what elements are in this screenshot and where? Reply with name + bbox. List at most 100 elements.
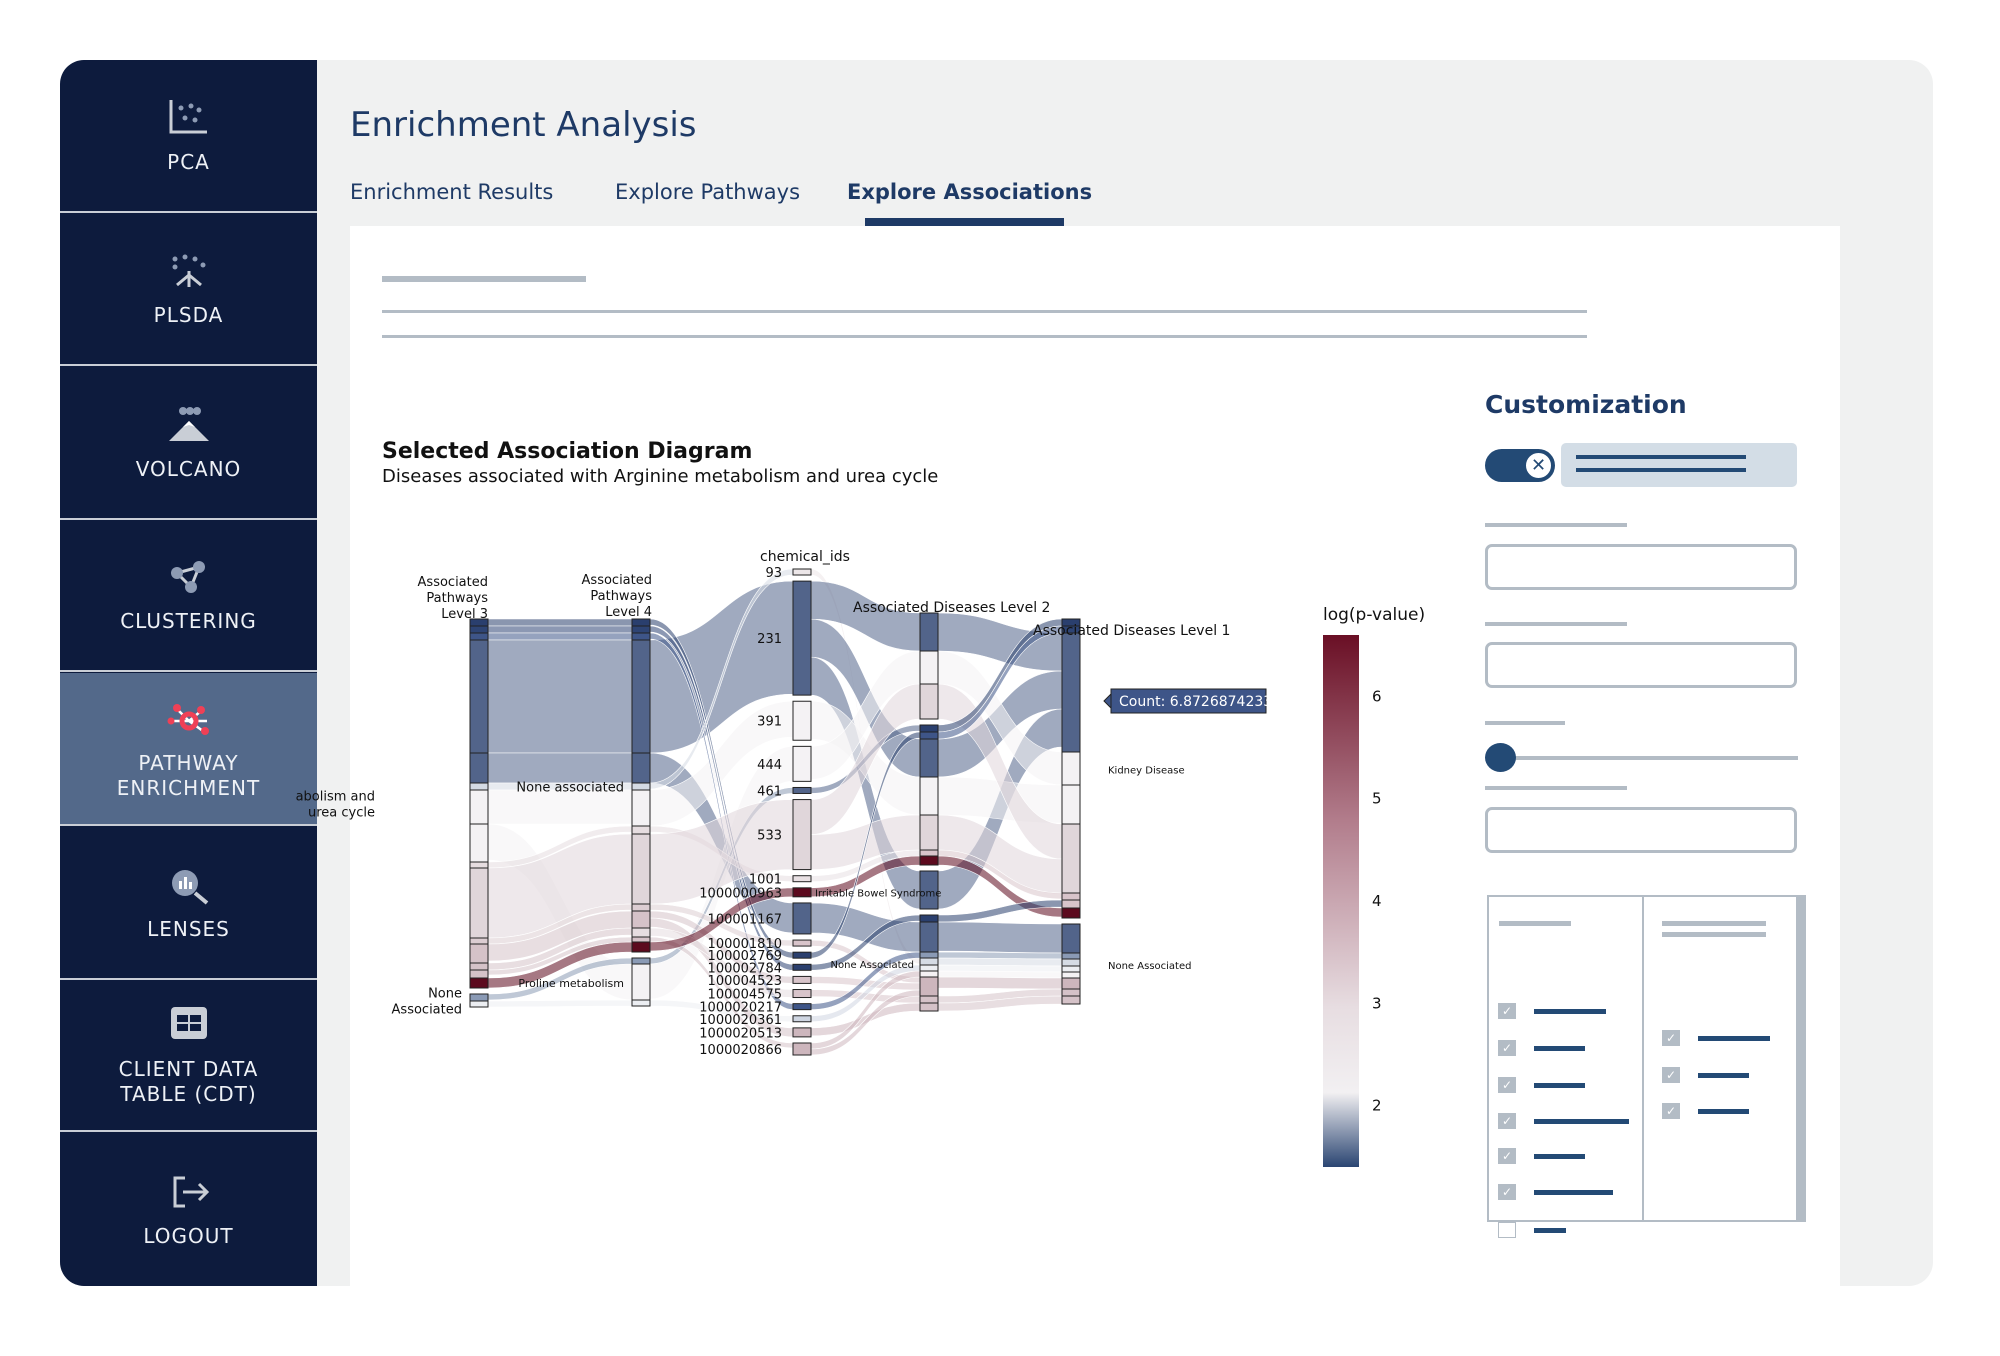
sankey-node-segment[interactable] — [919, 612, 939, 652]
sankey-node-segment[interactable] — [631, 833, 651, 905]
sankey-node-segment[interactable] — [631, 639, 651, 754]
sankey-node-segment[interactable] — [792, 975, 812, 984]
sankey-node-segment[interactable] — [469, 962, 489, 971]
sankey-node-segment[interactable] — [631, 941, 651, 953]
sankey-node-segment[interactable] — [792, 1015, 812, 1023]
column-header: chemical_ids — [760, 549, 850, 565]
sankey-node-segment[interactable] — [919, 849, 939, 857]
colorbar-tick-label: 2 — [1372, 1097, 1382, 1115]
sankey-node-segment[interactable] — [792, 799, 812, 871]
sankey-node-segment[interactable] — [631, 625, 651, 634]
sankey-node-segment[interactable] — [469, 782, 489, 791]
sankey-link[interactable] — [487, 618, 633, 627]
node-label: Kidney Disease — [1108, 766, 1185, 777]
sankey-node-segment[interactable] — [469, 993, 489, 1002]
sankey-node-segment[interactable] — [1061, 632, 1081, 753]
sankey-node-segment[interactable] — [919, 855, 939, 866]
sankey-node-segment[interactable] — [792, 963, 812, 971]
sankey-node-segment[interactable] — [1061, 751, 1081, 786]
sankey-node-segment[interactable] — [469, 943, 489, 964]
sankey-node-segment[interactable] — [631, 618, 651, 627]
sankey-node-segment[interactable] — [631, 752, 651, 784]
sankey-node-segment[interactable] — [469, 937, 489, 945]
sankey-node-segment[interactable] — [631, 927, 651, 938]
sankey-node-segment[interactable] — [1061, 907, 1081, 919]
sankey-node-segment[interactable] — [919, 776, 939, 816]
sankey-node-segment[interactable] — [792, 875, 812, 883]
sankey-node-segment[interactable] — [469, 752, 489, 784]
sankey-node-segment[interactable] — [1061, 977, 1081, 990]
sankey-node-segment[interactable] — [919, 921, 939, 953]
sankey-node-segment[interactable] — [631, 957, 651, 965]
sankey-node-segment[interactable] — [919, 970, 939, 978]
node-label: 1000020866 — [699, 1043, 782, 1058]
sankey-node-segment[interactable] — [1061, 923, 1081, 954]
sankey-node-segment[interactable] — [919, 957, 939, 966]
sankey-node-segment[interactable] — [1061, 892, 1081, 901]
sankey-node-segment[interactable] — [469, 867, 489, 939]
sankey-node-segment[interactable] — [1061, 823, 1081, 894]
sankey-node-segment[interactable] — [919, 738, 939, 778]
sankey-node-segment[interactable] — [792, 887, 812, 898]
sankey-node-segment[interactable] — [631, 789, 651, 827]
sankey-node-segment[interactable] — [792, 786, 812, 794]
sankey-node-segment[interactable] — [919, 650, 939, 685]
sankey-node-segment[interactable] — [792, 989, 812, 999]
sankey-link[interactable] — [487, 639, 633, 754]
sankey-link[interactable] — [487, 999, 633, 1008]
sankey-node-segment[interactable] — [1061, 971, 1081, 979]
sankey-node-segment[interactable] — [792, 568, 812, 576]
sankey-node-segment[interactable] — [631, 632, 651, 641]
sankey-node-segment[interactable] — [792, 700, 812, 741]
sankey-node-segment[interactable] — [631, 903, 651, 912]
sankey-node-segment[interactable] — [469, 625, 489, 634]
sankey-node-segment[interactable] — [469, 977, 489, 989]
sankey-node-segment[interactable] — [469, 1000, 489, 1008]
sankey-node-segment[interactable] — [1061, 988, 1081, 997]
sankey-node-segment[interactable] — [631, 999, 651, 1007]
sankey-node-segment[interactable] — [792, 580, 812, 696]
sankey-node-segment[interactable] — [631, 936, 651, 943]
sankey-node-segment[interactable] — [1061, 784, 1081, 825]
sankey-node-segment[interactable] — [469, 861, 489, 869]
sankey-node-segment[interactable] — [469, 789, 489, 825]
sankey-node-segment[interactable] — [919, 814, 939, 851]
sankey-node-segment[interactable] — [631, 782, 651, 791]
sankey-node-segment[interactable] — [919, 731, 939, 740]
sankey-link[interactable] — [487, 632, 633, 641]
sankey-node-segment[interactable] — [1061, 965, 1081, 973]
sankey-node-segment[interactable] — [631, 825, 651, 835]
diagram-subtitle: Diseases associated with Arginine metabo… — [382, 466, 938, 487]
sankey-node-segment[interactable] — [1061, 952, 1081, 960]
sankey-node-segment[interactable] — [792, 745, 812, 782]
sankey-node-segment[interactable] — [919, 964, 939, 972]
sankey-node-segment[interactable] — [919, 1002, 939, 1012]
sankey-node-segment[interactable] — [792, 1042, 812, 1056]
sankey-node-segment[interactable] — [919, 951, 939, 959]
sankey-node-segment[interactable] — [1061, 995, 1081, 1005]
sankey-node-segment[interactable] — [919, 724, 939, 733]
sankey-node-segment[interactable] — [631, 910, 651, 929]
sankey-node-segment[interactable] — [469, 639, 489, 754]
column-header: Associated — [582, 573, 652, 588]
sankey-node-segment[interactable] — [792, 1003, 812, 1011]
sankey-node-segment[interactable] — [1061, 899, 1081, 909]
sankey-node-segment[interactable] — [469, 969, 489, 979]
sankey-link[interactable] — [937, 976, 1063, 990]
sankey-node-segment[interactable] — [792, 951, 812, 959]
sankey-node-segment[interactable] — [792, 902, 812, 935]
sankey-node-segment[interactable] — [1061, 958, 1081, 967]
sankey-link[interactable] — [487, 625, 633, 634]
sankey-node-segment[interactable] — [919, 683, 939, 720]
sankey-node-segment[interactable] — [792, 939, 812, 947]
sankey-node-segment[interactable] — [919, 914, 939, 923]
sankey-node-segment[interactable] — [919, 976, 939, 997]
sankey-link[interactable] — [937, 921, 1063, 954]
sankey-node-segment[interactable] — [469, 823, 489, 863]
sankey-link[interactable] — [487, 752, 633, 784]
sankey-node-segment[interactable] — [631, 963, 651, 1001]
sankey-node-segment[interactable] — [792, 1027, 812, 1038]
sankey-node-segment[interactable] — [469, 632, 489, 641]
node-label: 391 — [757, 715, 782, 730]
sankey-node-segment[interactable] — [919, 995, 939, 1004]
